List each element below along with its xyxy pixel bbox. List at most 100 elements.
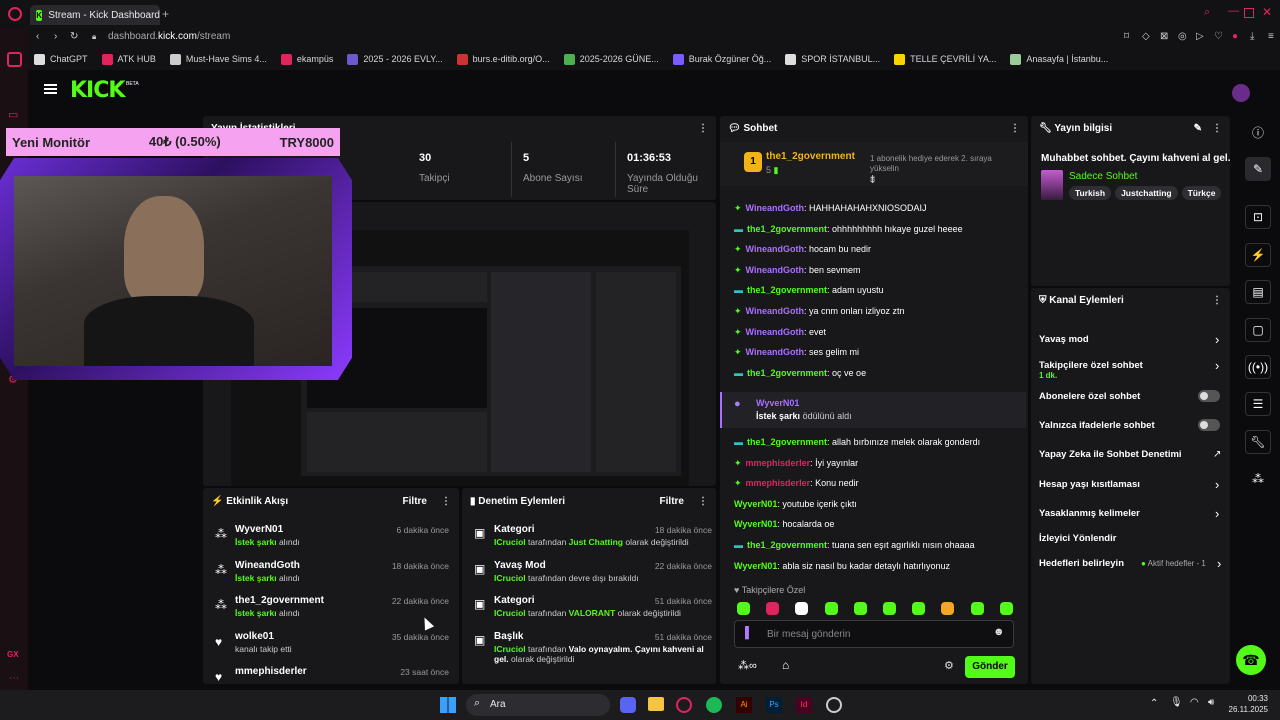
chat-message[interactable]: ✦ mmephisderler: İyi yayınlar: [734, 458, 858, 469]
chat-message[interactable]: ▬ the1_2government: oç ve oe: [734, 368, 866, 378]
feed-user[interactable]: wolke01: [235, 631, 274, 642]
chat-username[interactable]: WineandGoth: [746, 244, 804, 254]
chat-username[interactable]: WineandGoth: [746, 347, 804, 357]
chat-input[interactable]: ▌ Bir mesaj gönderin ☻: [734, 620, 1014, 648]
emote-icon[interactable]: [737, 602, 750, 615]
mod-by[interactable]: ICruciol: [494, 608, 526, 618]
feed-user[interactable]: mmephisderler: [235, 666, 307, 677]
channel-action-item[interactable]: Takipçilere özel sohbet 1 dk.: [1039, 360, 1229, 380]
kick-logo[interactable]: KICK: [70, 78, 125, 103]
chat-message[interactable]: ▬ the1_2government: adam uyustu: [734, 285, 884, 295]
feed-item[interactable]: ⁂ the1_2government 22 dakika önce İstek şar…: [213, 593, 453, 629]
chat-message[interactable]: ▬ the1_2government: allah bırbınıze melek…: [734, 437, 980, 447]
collapse-icon[interactable]: ⇟: [868, 173, 877, 186]
chevron-right-icon[interactable]: ›: [1215, 332, 1219, 347]
chat-message[interactable]: ▬ the1_2government: ohhhhhhhhh hıkaye guz…: [734, 224, 963, 234]
emote-icon[interactable]: [883, 602, 896, 615]
chat-settings-icon[interactable]: ⚙: [944, 659, 954, 672]
chevron-right-icon[interactable]: ›: [1215, 358, 1219, 373]
bookmark-item[interactable]: SPOR İSTANBUL...: [785, 53, 880, 65]
chat-message[interactable]: WyverN01: abla siz nasıl bu kadar detayl…: [734, 561, 950, 571]
snapshot-icon[interactable]: ◎: [1178, 31, 1187, 42]
emote-icon[interactable]: [970, 602, 984, 615]
wifi-icon[interactable]: ◠: [1190, 697, 1199, 708]
mod-item[interactable]: ▣ Başlık 51 dakika önce ICruciol tarafından…: [472, 629, 712, 665]
feed-user[interactable]: the1_2government: [235, 595, 324, 606]
channel-action-item[interactable]: İzleyici Yönlendir: [1039, 533, 1229, 544]
download-icon[interactable]: ⤓: [1250, 31, 1254, 42]
channel-action-item[interactable]: Yapay Zeka ile Sohbet Denetimi: [1039, 449, 1229, 460]
info-icon[interactable]: ⓘ: [1245, 120, 1271, 144]
channel-action-item[interactable]: Yasaklanmış kelimeler: [1039, 508, 1229, 519]
bookmark-item[interactable]: Anasayfa | İstanbu...: [1010, 53, 1108, 65]
chat-message[interactable]: ✦ WineandGoth: ya cnm onları izliyoz ztn: [734, 306, 905, 317]
pencil-icon[interactable]: ✎: [1245, 157, 1271, 181]
url-field[interactable]: dashboard.kick.com/stream: [108, 31, 230, 42]
feed-item[interactable]: ♥ wolke01 35 dakika önce kanalı takip etti: [213, 629, 453, 665]
feed-item[interactable]: ⁂ WyverN01 6 dakika önce İstek şarkı alındı: [213, 522, 453, 558]
emote-icon[interactable]: [941, 602, 955, 615]
emote-icon[interactable]: [795, 602, 809, 615]
chat-message[interactable]: WyverN01: hocalarda oe: [734, 519, 834, 529]
support-icon[interactable]: ☎: [1236, 645, 1266, 675]
extension-icon[interactable]: ◇: [1142, 31, 1150, 42]
bookmark-item[interactable]: Must-Have Sims 4...: [169, 53, 267, 65]
taskbar-search[interactable]: ⌕ Ara: [466, 694, 610, 716]
hamburger-menu-icon[interactable]: [44, 84, 57, 94]
bookmark-item[interactable]: ekampüs: [280, 53, 333, 65]
chevron-right-icon[interactable]: ›: [1215, 506, 1219, 521]
tray-chevron-icon[interactable]: ⌃: [1150, 698, 1158, 709]
chat-more-icon[interactable]: ⋮: [1010, 123, 1020, 134]
illustrator-icon[interactable]: Ai: [736, 697, 752, 713]
close-window-icon[interactable]: ✕: [1262, 5, 1272, 19]
bookmark-item[interactable]: 2025 - 2026 EVLY...: [347, 53, 443, 65]
mod-item[interactable]: ▣ Kategori 51 dakika önce ICruciol tarafınd…: [472, 593, 712, 629]
chat-bubble-icon[interactable]: ▢: [1245, 318, 1271, 342]
send-button[interactable]: Gönder: [965, 656, 1015, 678]
chat-message[interactable]: ✦ WineandGoth: ses gelim mi: [734, 347, 859, 358]
start-icon[interactable]: [440, 697, 456, 713]
minimize-icon[interactable]: —: [1228, 5, 1239, 17]
mod-more-icon[interactable]: ⋮: [698, 496, 708, 507]
feed-item[interactable]: ⁂ WineandGoth 18 dakika önce İstek şarkı al…: [213, 558, 453, 594]
mod-by[interactable]: ICruciol: [494, 644, 526, 654]
mod-item[interactable]: ▣ Yavaş Mod 22 dakika önce ICruciol tarafın…: [472, 558, 712, 594]
toggle-switch[interactable]: [1198, 419, 1220, 431]
photoshop-icon[interactable]: Ps: [766, 697, 782, 713]
pinned-gifter[interactable]: 1 the1_2government 5 ▮ 1 abonelik hediye…: [720, 142, 1028, 186]
bookmark-item[interactable]: ChatGPT: [34, 53, 88, 65]
bookmark-item[interactable]: Burak Özgüner Öğ...: [672, 53, 771, 65]
channel-action-item[interactable]: Yavaş mod: [1039, 334, 1229, 345]
back-icon[interactable]: ‹: [36, 31, 39, 42]
profile-icon[interactable]: ●: [1232, 31, 1238, 42]
heart-toolbar-icon[interactable]: ♡: [1214, 31, 1223, 42]
chat-username[interactable]: WineandGoth: [746, 327, 804, 337]
chat-username[interactable]: the1_2government: [747, 224, 827, 234]
mic-tray-icon[interactable]: 🎙︎: [1170, 697, 1183, 708]
mod-by[interactable]: ICruciol: [494, 573, 526, 583]
messenger-icon[interactable]: ▭: [8, 108, 18, 121]
emote-icon[interactable]: [766, 602, 780, 615]
chevron-right-icon[interactable]: ›: [1215, 477, 1219, 492]
emote-icon[interactable]: [999, 602, 1013, 615]
points-icon[interactable]: ⁂∞: [738, 659, 757, 672]
mic-icon[interactable]: ▌: [745, 627, 753, 639]
forward-icon[interactable]: ›: [54, 31, 57, 42]
mod-by[interactable]: ICruciol: [494, 537, 526, 547]
chat-message[interactable]: ✦ mmephisderler: Konu nedir: [734, 478, 859, 489]
maximize-icon[interactable]: [1244, 8, 1254, 18]
vpn-icon[interactable]: ⊠: [1160, 31, 1168, 42]
chat-username[interactable]: WineandGoth: [746, 306, 804, 316]
layout-icon[interactable]: ☰: [1245, 392, 1271, 416]
user-avatar[interactable]: [1232, 84, 1250, 102]
toggle-switch[interactable]: [1198, 390, 1220, 402]
edit-icon[interactable]: ✎: [1194, 123, 1202, 134]
chat-message[interactable]: ✦ WineandGoth: ben sevmem: [734, 265, 861, 276]
tag-chip[interactable]: Türkçe: [1181, 186, 1222, 200]
bookmark-item[interactable]: burs.e-ditib.org/O...: [456, 53, 550, 65]
menu-icon[interactable]: ≡: [1268, 31, 1274, 42]
browser-tab[interactable]: K Stream - Kick Dashboard: [30, 5, 160, 25]
emoji-icon[interactable]: ☻: [993, 626, 1005, 638]
clock[interactable]: 00:33 26.11.2025: [1228, 693, 1268, 715]
info-more-icon[interactable]: ⋮: [1212, 123, 1222, 134]
